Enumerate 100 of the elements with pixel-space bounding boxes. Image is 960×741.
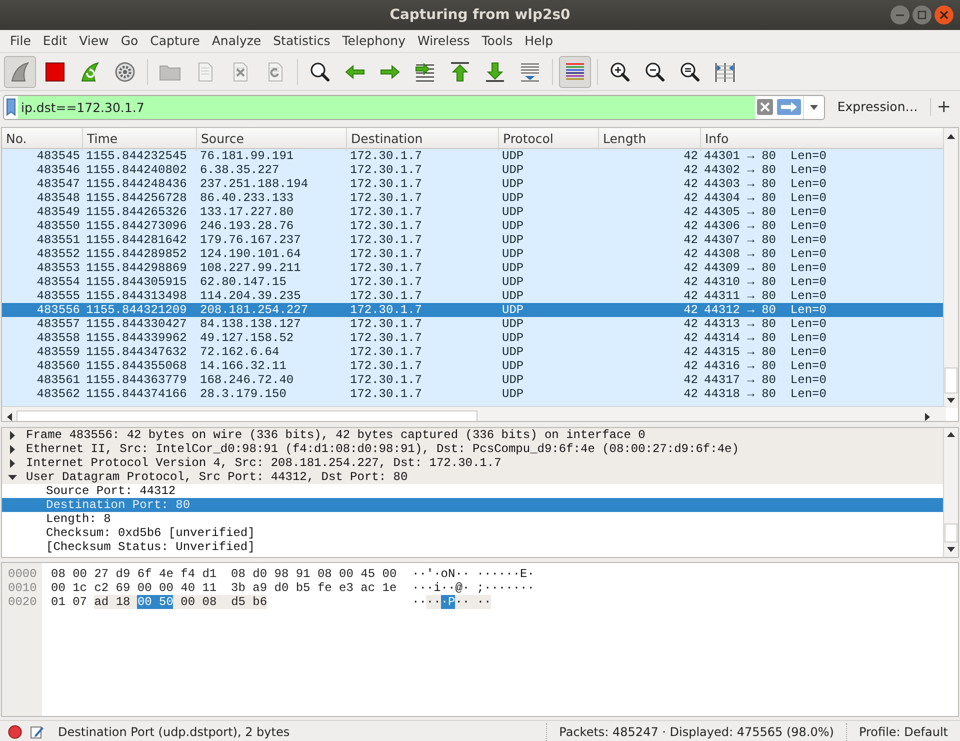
menu-item[interactable]: File xyxy=(4,32,37,50)
table-cell: 1155.844248436 xyxy=(86,177,187,191)
packet-count: Packets: 485247 · Displayed: 475565 (98.0%) xyxy=(546,723,846,741)
comment-edit-icon[interactable] xyxy=(30,725,44,739)
table-cell: UDP xyxy=(502,373,524,387)
ascii-bytes[interactable]: ··'·oN·· ······E· xyxy=(412,567,534,581)
table-cell: 483551 xyxy=(36,233,80,247)
packet-row[interactable]: 483556 1155.844321209 208.181.254.227 172.30.1.7 UDP 42 44312 → 80 Len=0 xyxy=(2,303,946,317)
table-cell: 237.251.188.194 xyxy=(200,177,308,191)
menu-item[interactable]: Help xyxy=(518,32,560,50)
profile-label[interactable]: Profile: Default xyxy=(846,723,960,741)
table-cell: 172.30.1.7 xyxy=(350,387,422,401)
table-cell: 49.127.158.52 xyxy=(200,331,294,345)
table-cell: 483553 xyxy=(36,261,80,275)
ascii-bytes[interactable]: ·· xyxy=(412,595,426,609)
menu-item[interactable]: Edit xyxy=(36,32,74,50)
ascii-bytes[interactable]: ···i··@· ;······· xyxy=(412,581,534,595)
table-cell: 42 xyxy=(684,261,698,275)
table-cell: UDP xyxy=(502,247,524,261)
table-cell: 44315 → 80 Len=0 xyxy=(704,345,826,359)
menu-item[interactable]: Wireless xyxy=(411,32,476,50)
menu-item[interactable]: Statistics xyxy=(267,32,336,50)
minimize-button[interactable] xyxy=(890,5,910,25)
table-cell: 44318 → 80 Len=0 xyxy=(704,387,826,401)
table-cell: 172.30.1.7 xyxy=(350,289,422,303)
zoom-reset-icon xyxy=(678,60,702,84)
table-cell: UDP xyxy=(502,289,524,303)
maximize-button[interactable] xyxy=(912,5,932,25)
vertical-scrollbar[interactable] xyxy=(943,428,958,557)
first-packet-icon xyxy=(448,60,472,84)
tree-item[interactable]: Source Port: 44312 xyxy=(46,484,176,498)
byte-offset: 0020 xyxy=(8,595,38,609)
table-cell: 108.227.99.211 xyxy=(200,261,301,275)
table-cell: 1155.844265326 xyxy=(86,205,187,219)
filter-field[interactable]: ip.dst==172.30.1.7 xyxy=(18,96,756,118)
table-cell: 1155.844273096 xyxy=(86,219,187,233)
table-cell: 44308 → 80 Len=0 xyxy=(704,247,826,261)
hex-bytes[interactable]: 01 07 xyxy=(51,595,94,609)
table-cell: 179.76.167.237 xyxy=(200,233,301,247)
table-cell: 72.162.6.64 xyxy=(200,345,280,359)
table-cell: 42 xyxy=(684,373,698,387)
toolbar-button[interactable] xyxy=(559,56,591,88)
table-cell: 44307 → 80 Len=0 xyxy=(704,233,826,247)
table-cell: 42 xyxy=(684,387,698,401)
tree-item[interactable]: Checksum: 0xd5b6 [unverified] xyxy=(46,526,255,540)
table-cell: UDP xyxy=(502,191,524,205)
close-button[interactable] xyxy=(934,5,954,25)
tree-item[interactable]: [Checksum Status: Unverified] xyxy=(46,540,255,554)
table-cell: UDP xyxy=(502,317,524,331)
table-cell: UDP xyxy=(502,163,524,177)
expand-arrow-icon[interactable] xyxy=(8,430,17,440)
vertical-scrollbar[interactable] xyxy=(943,128,958,408)
ascii-bytes[interactable]: ·P xyxy=(440,595,456,609)
table-cell: 1155.844289852 xyxy=(86,247,187,261)
last-packet-icon xyxy=(483,60,507,84)
expression-button[interactable]: Expression… xyxy=(831,98,924,116)
expert-info-icon[interactable] xyxy=(8,725,22,739)
expand-arrow-icon[interactable] xyxy=(8,444,17,454)
table-cell: 172.30.1.7 xyxy=(350,205,422,219)
table-cell: 483547 xyxy=(36,177,80,191)
table-cell: 44317 → 80 Len=0 xyxy=(704,373,826,387)
hex-bytes[interactable]: ad 18 xyxy=(94,595,138,609)
table-cell: 172.30.1.7 xyxy=(350,191,422,205)
hex-bytes[interactable]: 00 08 d5 b6 xyxy=(173,595,268,609)
table-cell: 42 xyxy=(684,163,698,177)
menu-item[interactable]: Capture xyxy=(144,32,206,50)
table-cell: 42 xyxy=(684,331,698,345)
ascii-bytes[interactable]: ·· xyxy=(426,595,441,609)
window-title: Capturing from wlp2s0 xyxy=(390,6,570,24)
tree-item[interactable]: Length: 8 xyxy=(46,512,111,526)
menu-item[interactable]: View xyxy=(73,32,115,50)
table-cell: UDP xyxy=(502,261,524,275)
hex-bytes[interactable]: 00 1c c2 69 00 00 40 11 3b a9 d0 b5 fe e3 ac 1e xyxy=(51,581,397,595)
table-cell: 44306 → 80 Len=0 xyxy=(704,219,826,233)
table-cell: 483549 xyxy=(36,205,80,219)
byte-offset: 0000 xyxy=(8,567,38,581)
table-cell: 1155.844330427 xyxy=(86,317,187,331)
collapse-arrow-icon[interactable] xyxy=(8,472,17,482)
table-cell: 172.30.1.7 xyxy=(350,247,422,261)
table-cell: 483561 xyxy=(36,373,80,387)
bookmark-button[interactable] xyxy=(4,96,18,118)
table-cell: 42 xyxy=(684,219,698,233)
hex-bytes[interactable]: 00 50 xyxy=(137,595,174,609)
horizontal-scrollbar[interactable] xyxy=(2,406,946,421)
table-cell: UDP xyxy=(502,205,524,219)
menu-item[interactable]: Tools xyxy=(476,32,519,50)
add-button[interactable]: + xyxy=(930,98,957,116)
expand-arrow-icon[interactable] xyxy=(8,458,17,468)
table-cell: UDP xyxy=(502,331,524,345)
table-cell: 172.30.1.7 xyxy=(350,359,422,373)
menu-item[interactable]: Analyze xyxy=(206,32,268,50)
ascii-bytes[interactable]: ·· ·· xyxy=(455,595,492,609)
table-cell: 42 xyxy=(684,303,698,317)
table-cell: 1155.844281642 xyxy=(86,233,187,247)
table-cell: 133.17.227.80 xyxy=(200,205,294,219)
hex-bytes[interactable]: 08 00 27 d9 6f 4e f4 d1 08 d0 98 91 08 00 45 00 xyxy=(51,567,397,581)
table-cell: 44314 → 80 Len=0 xyxy=(704,331,826,345)
table-cell: 1155.844363779 xyxy=(86,373,187,387)
menu-item[interactable]: Go xyxy=(114,32,144,50)
menu-item[interactable]: Telephony xyxy=(336,32,412,50)
